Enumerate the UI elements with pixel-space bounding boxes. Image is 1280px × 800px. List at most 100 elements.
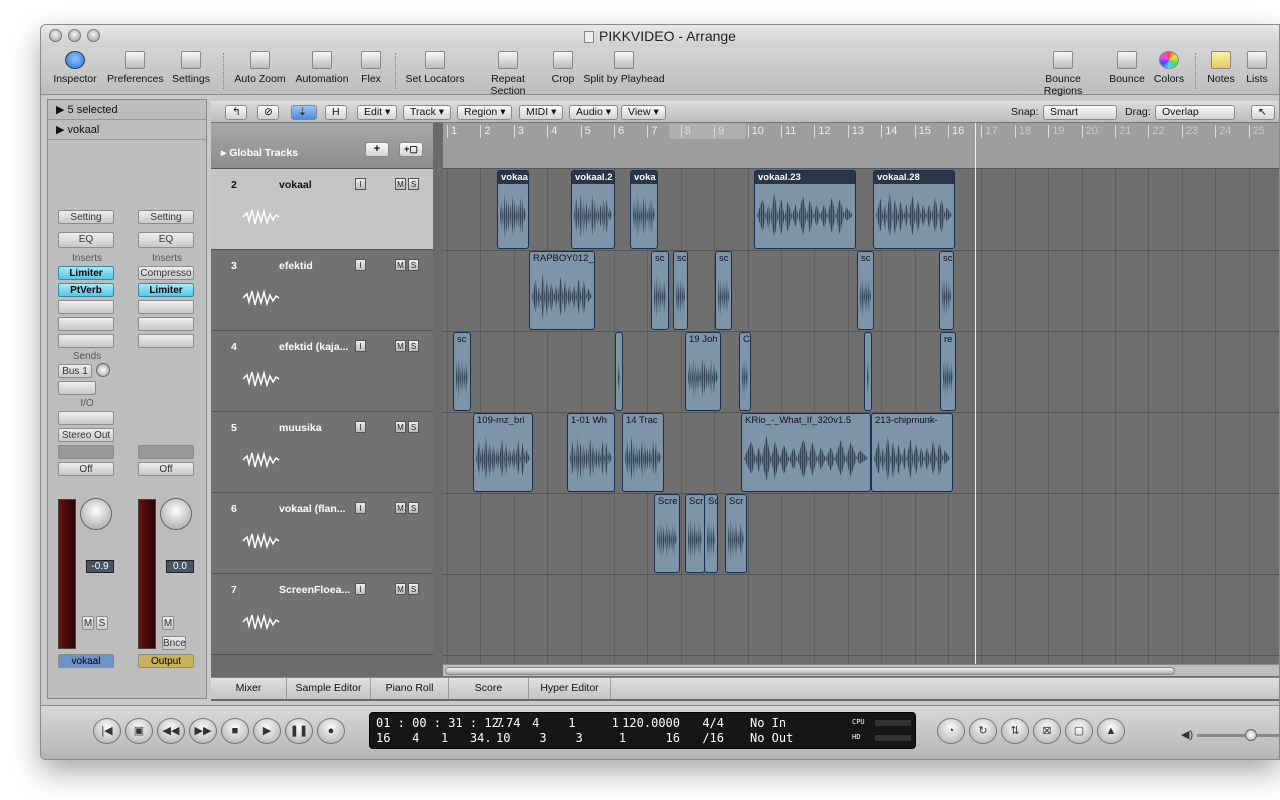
track-name[interactable]: ScreenFloea... xyxy=(279,584,350,596)
audio-region[interactable]: vokaal.2 xyxy=(571,170,615,249)
snap-select[interactable]: Smart xyxy=(1043,105,1117,120)
track-header[interactable]: 2 vokaal I M S xyxy=(211,169,433,250)
insert-slot-4[interactable] xyxy=(138,317,194,331)
bounce-strip-button[interactable]: Bnce xyxy=(162,636,186,650)
fader-value[interactable]: -0.9 xyxy=(86,560,114,573)
automation-button[interactable]: Automation xyxy=(293,49,351,85)
audio-region[interactable]: sc xyxy=(453,332,471,411)
cycle-icon[interactable]: ↻ xyxy=(969,718,997,744)
track-name[interactable]: efektid xyxy=(279,260,313,272)
setting-button[interactable]: Setting xyxy=(58,210,114,224)
audio-region[interactable]: Scre xyxy=(654,494,680,573)
zoom-window-button[interactable] xyxy=(87,29,100,42)
track-disclosure[interactable]: ▶ vokaal xyxy=(48,120,206,140)
audio-region[interactable] xyxy=(615,332,623,411)
record-icon[interactable]: ● xyxy=(317,718,345,744)
tab-score[interactable]: Score xyxy=(449,678,529,699)
audio-region[interactable]: vokaal.23 xyxy=(754,170,856,249)
solo-button[interactable]: S xyxy=(408,259,419,271)
input-monitor-button[interactable]: I xyxy=(355,178,366,190)
input-slot[interactable] xyxy=(58,411,114,425)
mute-button[interactable]: M xyxy=(395,421,406,433)
minimize-window-button[interactable] xyxy=(68,29,81,42)
pointer-tool[interactable]: ↖ xyxy=(1251,105,1275,120)
audio-region[interactable]: RAPBOY012_ xyxy=(529,251,595,330)
mute-button[interactable]: M xyxy=(395,502,406,514)
link-button[interactable]: ⊘ xyxy=(257,105,279,120)
horizontal-scrollbar[interactable] xyxy=(443,664,1279,676)
flex-button[interactable]: Flex xyxy=(357,49,385,85)
colors-button[interactable]: Colors xyxy=(1153,49,1185,85)
new-folder-button[interactable]: +▢ xyxy=(399,142,423,157)
sync-icon[interactable]: ▢ xyxy=(1065,718,1093,744)
track-header[interactable]: 4 efektid (kaja... I M S xyxy=(211,331,433,412)
scroll-thumb[interactable] xyxy=(445,667,1175,675)
insert-slot-4[interactable] xyxy=(58,317,114,331)
back-button[interactable]: ↰ xyxy=(225,105,247,120)
audio-region[interactable]: C xyxy=(739,332,751,411)
solo-button[interactable]: S xyxy=(96,616,108,630)
notes-button[interactable]: Notes xyxy=(1205,49,1237,85)
selection-disclosure[interactable]: ▶ 5 selected xyxy=(48,100,206,120)
audio-region[interactable]: 213-chipmunk- xyxy=(871,413,953,492)
track-lanes[interactable]: vokaa vokaal.2 voka vokaal.23 vokaal.28 RAPBO… xyxy=(443,169,1279,664)
solo-mode-icon[interactable]: ⊠ xyxy=(1033,718,1061,744)
audio-region[interactable]: sc xyxy=(673,251,688,330)
playhead[interactable] xyxy=(974,123,976,675)
audio-region[interactable]: 14 Trac xyxy=(622,413,664,492)
go-to-start-icon[interactable]: |◀ xyxy=(93,718,121,744)
track-header[interactable]: 7 ScreenFloea... I M S xyxy=(211,574,433,655)
add-track-button[interactable]: + xyxy=(365,142,389,157)
insert-slot-2[interactable]: Limiter xyxy=(138,283,194,297)
track-header[interactable]: 6 vokaal (flan... I M S xyxy=(211,493,433,574)
region-menu[interactable]: Region ▾ xyxy=(457,105,513,120)
output-slot[interactable]: Stereo Out xyxy=(58,428,114,442)
audio-region[interactable]: KRio_-_What_If_320v1.5 xyxy=(741,413,871,492)
inspector-button[interactable]: Inspector xyxy=(53,49,97,85)
audio-region[interactable]: 1-01 Wh xyxy=(567,413,615,492)
bounce-button[interactable]: Bounce xyxy=(1109,49,1145,85)
close-window-button[interactable] xyxy=(49,29,62,42)
replace-icon[interactable]: ◔ xyxy=(937,718,965,744)
global-tracks-header[interactable]: ▸ Global Tracks + +▢ xyxy=(211,123,433,169)
mute-button[interactable]: M xyxy=(395,583,406,595)
input-monitor-button[interactable]: I xyxy=(355,340,366,352)
solo-button[interactable]: S xyxy=(408,340,419,352)
eq-display[interactable]: EQ xyxy=(58,232,114,248)
mute-button[interactable]: M xyxy=(395,259,406,271)
solo-button[interactable]: S xyxy=(408,583,419,595)
lists-button[interactable]: Lists xyxy=(1243,49,1271,85)
autopunch-icon[interactable]: ⇅ xyxy=(1001,718,1029,744)
track-name[interactable]: efektid (kaja... xyxy=(279,341,348,353)
pan-knob[interactable] xyxy=(160,498,192,530)
midi-menu[interactable]: MIDI ▾ xyxy=(519,105,564,120)
repeat-section-button[interactable]: Repeat Section xyxy=(473,49,543,97)
track-name[interactable]: vokaal xyxy=(279,179,312,191)
solo-button[interactable]: S xyxy=(408,502,419,514)
track-menu[interactable]: Track ▾ xyxy=(403,105,452,120)
track-name[interactable]: muusika xyxy=(279,422,322,434)
send-bus-1[interactable]: Bus 1 xyxy=(58,364,92,378)
audio-region[interactable]: 109-mz_bri xyxy=(473,413,533,492)
crop-button[interactable]: Crop xyxy=(550,49,576,85)
tab-sample-editor[interactable]: Sample Editor xyxy=(287,678,371,699)
solo-button[interactable]: S xyxy=(408,421,419,433)
edit-menu[interactable]: Edit ▾ xyxy=(357,105,398,120)
audio-region[interactable]: sc xyxy=(715,251,732,330)
tab-hyper-editor[interactable]: Hyper Editor xyxy=(529,678,611,699)
setting-button[interactable]: Setting xyxy=(138,210,194,224)
audio-menu[interactable]: Audio ▾ xyxy=(569,105,619,120)
input-monitor-button[interactable]: I xyxy=(355,421,366,433)
drag-select[interactable]: Overlap xyxy=(1155,105,1235,120)
insert-slot-1[interactable]: Compresso xyxy=(138,266,194,280)
send-slot-2[interactable] xyxy=(58,381,96,395)
tab-piano-roll[interactable]: Piano Roll xyxy=(371,678,449,699)
audio-region[interactable]: vokaal.28 xyxy=(873,170,955,249)
catch-playhead-button[interactable]: ⇣ xyxy=(291,105,317,120)
bar-ruler[interactable]: 1 2 3 4 5 6 7 8 9 10 11 12 13 14 15 16 17 18 19 20 21 22 23 24 2… xyxy=(443,123,1279,169)
mute-button[interactable]: M xyxy=(82,616,94,630)
fast-forward-icon[interactable]: ▶▶ xyxy=(189,718,217,744)
hide-button[interactable]: H xyxy=(325,105,347,120)
insert-slot-2[interactable]: PtVerb xyxy=(58,283,114,297)
audio-region[interactable]: Scr xyxy=(685,494,705,573)
